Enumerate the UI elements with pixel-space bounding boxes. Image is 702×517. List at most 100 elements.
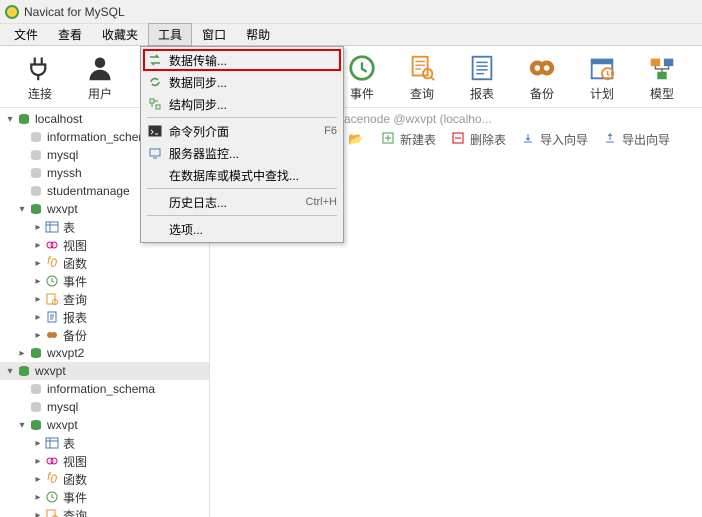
query-icon bbox=[44, 508, 60, 517]
sub-import-wizard[interactable]: 导入向导 bbox=[522, 131, 588, 148]
tree-db-information-schema-2[interactable]: information_schema bbox=[0, 380, 209, 398]
expand-icon[interactable]: ▸ bbox=[32, 276, 44, 287]
blank-icon bbox=[147, 194, 163, 210]
dd-separator bbox=[147, 215, 337, 216]
table-icon bbox=[44, 220, 60, 234]
expand-icon[interactable]: ▸ bbox=[32, 492, 44, 503]
toolbar-event[interactable]: 事件 bbox=[346, 52, 378, 102]
dd-cmd-shortcut: F6 bbox=[324, 125, 337, 137]
backup-icon bbox=[526, 52, 558, 84]
sub-export-wizard[interactable]: 导出向导 bbox=[604, 131, 670, 148]
collapse-icon[interactable]: ▾ bbox=[16, 420, 28, 431]
toolbar-plan[interactable]: 计划 bbox=[586, 52, 618, 102]
backup-icon bbox=[44, 328, 60, 342]
expand-icon[interactable]: ▸ bbox=[32, 258, 44, 269]
expand-icon[interactable]: ▸ bbox=[16, 348, 28, 359]
toolbar-model[interactable]: 模型 bbox=[646, 52, 678, 102]
tree-functions[interactable]: ▸f0函数 bbox=[0, 254, 209, 272]
menu-file[interactable]: 文件 bbox=[4, 23, 48, 46]
app-icon bbox=[4, 4, 20, 20]
terminal-icon bbox=[147, 123, 163, 139]
clock-icon bbox=[44, 490, 60, 504]
tree-events-2[interactable]: ▸事件 bbox=[0, 488, 209, 506]
toolbar-query[interactable]: 查询 bbox=[406, 52, 438, 102]
tree-db-wxvpt-2[interactable]: ▾ wxvpt bbox=[0, 416, 209, 434]
tree-tables-2[interactable]: ▸表 bbox=[0, 434, 209, 452]
transfer-icon bbox=[147, 52, 163, 68]
tree-queries-2[interactable]: ▸ 查询 bbox=[0, 506, 209, 517]
dd-options[interactable]: 选项... bbox=[143, 218, 341, 240]
collapse-icon[interactable]: ▾ bbox=[4, 366, 16, 377]
dd-separator bbox=[147, 117, 337, 118]
struct-sync-icon bbox=[147, 96, 163, 112]
view-icon bbox=[44, 238, 60, 252]
dd-data-transfer-label: 数据传输... bbox=[169, 52, 337, 69]
main-toolbar: 连接 用户 事件 查询 报表 备份 计划 模型 bbox=[0, 46, 702, 108]
toolbar-connect[interactable]: 连接 bbox=[24, 52, 56, 102]
tree-functions-2[interactable]: ▸f0函数 bbox=[0, 470, 209, 488]
tree-wxvpt-db2-label: wxvpt bbox=[47, 418, 78, 432]
menu-window[interactable]: 窗口 bbox=[192, 23, 236, 46]
tree-infoschema-label: information_schema bbox=[47, 130, 155, 144]
dd-history[interactable]: 历史日志... Ctrl+H bbox=[143, 191, 341, 213]
expand-icon[interactable]: ▸ bbox=[32, 312, 44, 323]
tree-events[interactable]: ▸事件 bbox=[0, 272, 209, 290]
dd-struct-sync-label: 结构同步... bbox=[169, 96, 337, 113]
menu-help[interactable]: 帮助 bbox=[236, 23, 280, 46]
toolbar-backup[interactable]: 备份 bbox=[526, 52, 558, 102]
dd-server-monitor[interactable]: 服务器监控... bbox=[143, 142, 341, 164]
collapse-icon[interactable]: ▾ bbox=[4, 114, 16, 125]
db-icon bbox=[28, 400, 44, 414]
expand-icon[interactable]: ▸ bbox=[32, 222, 44, 233]
toolbar-model-label: 模型 bbox=[650, 85, 674, 102]
sub-new-label: 新建表 bbox=[400, 131, 436, 148]
query-icon bbox=[44, 292, 60, 306]
tree-studentmanage-label: studentmanage bbox=[47, 184, 130, 198]
menu-view[interactable]: 查看 bbox=[48, 23, 92, 46]
expand-icon[interactable]: ▸ bbox=[32, 438, 44, 449]
expand-icon[interactable]: ▸ bbox=[32, 510, 44, 517]
dd-data-sync-label: 数据同步... bbox=[169, 74, 337, 91]
tree-views-2[interactable]: ▸视图 bbox=[0, 452, 209, 470]
menu-favorites[interactable]: 收藏夹 bbox=[92, 23, 148, 46]
toolbar-report[interactable]: 报表 bbox=[466, 52, 498, 102]
expand-icon[interactable]: ▸ bbox=[32, 456, 44, 467]
dd-data-transfer[interactable]: 数据传输... bbox=[143, 49, 341, 71]
menu-tools[interactable]: 工具 bbox=[148, 23, 192, 46]
expand-icon[interactable]: ▸ bbox=[32, 240, 44, 251]
tree-backups-label: 备份 bbox=[63, 327, 87, 344]
sub-open-table[interactable]: 📂打开表 bbox=[348, 132, 366, 146]
toolbar-user[interactable]: 用户 bbox=[84, 52, 116, 102]
toolbar-user-label: 用户 bbox=[88, 85, 112, 102]
expand-icon[interactable]: ▸ bbox=[32, 294, 44, 305]
expand-icon[interactable]: ▸ bbox=[32, 474, 44, 485]
collapse-icon[interactable]: ▾ bbox=[16, 204, 28, 215]
tree-reports[interactable]: ▸报表 bbox=[0, 308, 209, 326]
table-icon bbox=[44, 436, 60, 450]
tree-fn2-label: 函数 bbox=[63, 471, 87, 488]
clock-icon bbox=[44, 274, 60, 288]
tree-conn-wxvpt[interactable]: ▾wxvpt bbox=[0, 362, 209, 380]
dd-cmd-interface[interactable]: 命令列介面 F6 bbox=[143, 120, 341, 142]
tree-db-mysql-2[interactable]: mysql bbox=[0, 398, 209, 416]
dd-options-label: 选项... bbox=[169, 221, 337, 238]
tree-localhost-label: localhost bbox=[35, 112, 82, 126]
dd-data-sync[interactable]: 数据同步... bbox=[143, 71, 341, 93]
tree-queries[interactable]: ▸ 查询 bbox=[0, 290, 209, 308]
expand-icon[interactable]: ▸ bbox=[32, 330, 44, 341]
tree-queries2-label: 查询 bbox=[63, 507, 87, 517]
tree-db-wxvpt2[interactable]: ▸wxvpt2 bbox=[0, 344, 209, 362]
dd-find-in-db[interactable]: 在数据库或模式中查找... bbox=[143, 164, 341, 186]
dd-separator bbox=[147, 188, 337, 189]
dd-struct-sync[interactable]: 结构同步... bbox=[143, 93, 341, 115]
blank-icon bbox=[147, 167, 163, 183]
sub-delete-label: 删除表 bbox=[470, 131, 506, 148]
sub-delete-table[interactable]: 删除表 bbox=[452, 131, 506, 148]
menu-bar: 文件 查看 收藏夹 工具 窗口 帮助 bbox=[0, 24, 702, 46]
tree-tables2-label: 表 bbox=[63, 435, 75, 452]
tree-backups[interactable]: ▸ 备份 bbox=[0, 326, 209, 344]
breadcrumb: acenode @wxvpt (localho... bbox=[344, 112, 492, 126]
tree-queries-label: 查询 bbox=[63, 291, 87, 308]
dd-server-monitor-label: 服务器监控... bbox=[169, 145, 337, 162]
sub-new-table[interactable]: 新建表 bbox=[382, 131, 436, 148]
